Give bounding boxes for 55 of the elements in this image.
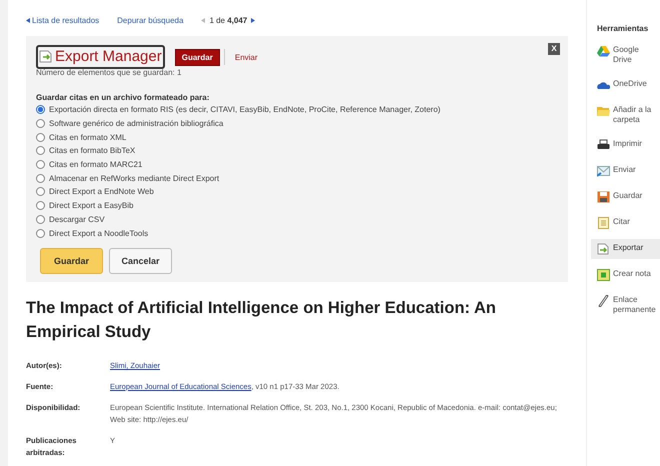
option-label: Direct Export a NoodleTools (49, 228, 148, 238)
sidebar-item[interactable]: Crear nota (591, 265, 660, 285)
export-icon (39, 50, 53, 63)
option-label: Citas en formato BibTeX (49, 146, 136, 156)
left-triangle-icon (26, 18, 30, 23)
sidebar-item[interactable]: Añadir a la carpeta (591, 101, 660, 129)
sidebar-item[interactable]: Citar (591, 213, 660, 233)
sidebar-item[interactable]: Enviar (591, 161, 660, 181)
export-icon (597, 243, 610, 255)
radio-button[interactable] (36, 187, 45, 196)
tab[interactable]: Guardar (174, 48, 220, 66)
item-count: Número de elementos que se guardan: 1 (36, 68, 182, 77)
envelope-icon (597, 165, 610, 177)
sidebar-item[interactable]: Exportar (591, 239, 660, 259)
folder-icon (597, 105, 610, 117)
option-label: Descargar CSV (49, 214, 105, 224)
document-icon (597, 217, 610, 229)
sidebar-item[interactable]: Enlace permanente (591, 291, 660, 319)
option-label: Direct Export a EasyBib (49, 201, 134, 210)
option-label: Citas en formato MARC21 (49, 160, 142, 170)
radio-button[interactable] (36, 146, 45, 156)
close-button[interactable]: X (548, 43, 560, 55)
option-label: Direct Export a EndNote Web (49, 187, 154, 196)
note-icon (597, 269, 610, 281)
radio-button[interactable] (36, 201, 45, 210)
option-label: Exportación directa en formato RIS (es decir, CITAVI, EasyBib, EndNote, ProCite, Reference Manager, Zotero) (49, 105, 440, 114)
results-list-link[interactable]: Lista de resultados (26, 16, 100, 25)
article-title: The Impact of Artificial Intelligence on Higher Education: An Empirical Study (26, 298, 497, 343)
radio-button[interactable] (36, 174, 45, 183)
radio-button[interactable] (36, 119, 45, 128)
drive-icon (597, 45, 610, 57)
radio-button[interactable] (36, 105, 45, 114)
option-label: Citas en formato XML (49, 132, 126, 142)
radio-button[interactable] (36, 228, 45, 238)
radio-button[interactable] (36, 214, 45, 224)
link-icon (597, 295, 610, 307)
sidebar-item[interactable]: Guardar (591, 187, 660, 207)
previous-icon[interactable] (201, 18, 206, 23)
sidebar-item[interactable]: OneDrive (591, 75, 660, 95)
save-button[interactable]: Guardar (40, 248, 103, 274)
cancel-button[interactable]: Cancelar (109, 248, 172, 274)
page-count: 1 de 4,047 (209, 16, 248, 25)
printer-icon (597, 139, 610, 151)
sidebar-heading: Herramientas (596, 24, 650, 33)
radio-button[interactable] (36, 160, 45, 170)
tab[interactable]: Enviar (228, 50, 264, 64)
option-label: Software genérico de administración bibliográfica (49, 119, 224, 128)
title-text: Export Manager (55, 48, 162, 65)
format-heading: Guardar citas en un archivo formateado para: (36, 93, 210, 102)
next-icon[interactable] (251, 18, 256, 23)
refine-search-link[interactable]: Depurar búsqueda (117, 16, 184, 25)
radio-button[interactable] (36, 132, 45, 142)
sidebar-item[interactable]: Google Drive (591, 41, 660, 69)
sidebar-item[interactable]: Imprimir (591, 135, 660, 155)
option-label: Almacenar en RefWorks mediante Direct Export (49, 174, 220, 183)
